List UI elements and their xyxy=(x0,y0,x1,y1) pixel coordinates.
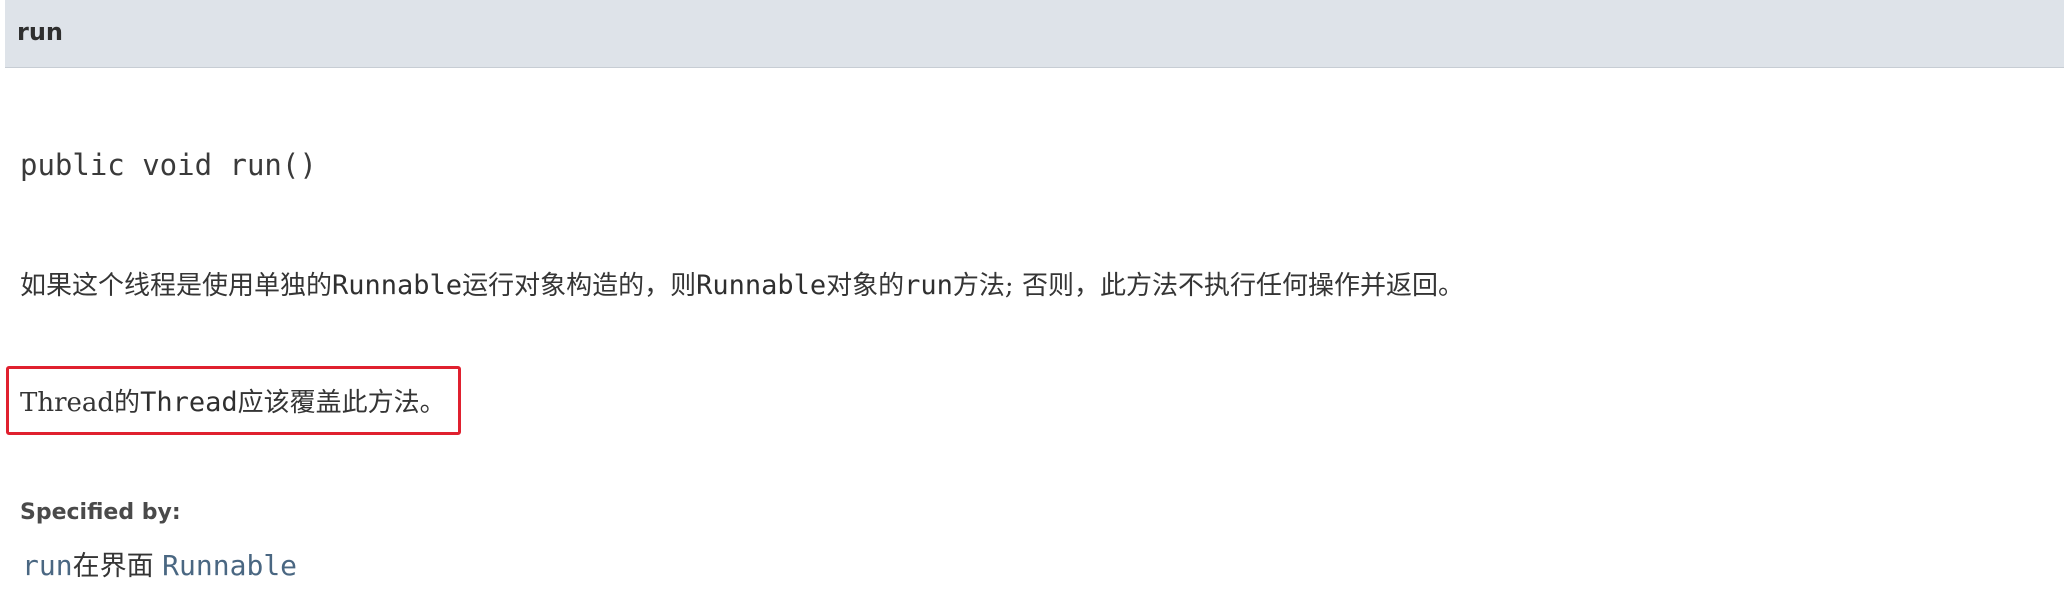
desc-text-3: 对象的 xyxy=(826,271,905,301)
method-description: 如果这个线程是使用单独的Runnable运行对象构造的，则Runnable对象的… xyxy=(20,265,1464,302)
specified-by-value: run在界面 Runnable xyxy=(22,544,297,583)
desc-text-1: 如果这个线程是使用单独的 xyxy=(20,271,333,301)
method-name: run xyxy=(17,18,64,46)
desc-code-runnable-1: Runnable xyxy=(332,270,463,301)
desc-code-run: run xyxy=(904,270,953,301)
note-text-2: 应该覆盖此方法。 xyxy=(237,388,446,418)
specified-by-label: Specified by: xyxy=(20,500,181,525)
subclass-note: Thread的Thread应该覆盖此方法。 xyxy=(20,382,446,419)
method-signature: public void run() xyxy=(20,148,317,182)
note-code-thread: Thread xyxy=(140,387,238,418)
run-method-link[interactable]: run xyxy=(22,549,73,582)
specified-by-middle-text: 在界面 xyxy=(72,551,163,582)
runnable-interface-link[interactable]: Runnable xyxy=(162,549,297,582)
desc-code-runnable-2: Runnable xyxy=(696,270,827,301)
method-header: run xyxy=(5,0,2064,68)
note-text-1: Thread的 xyxy=(20,388,141,418)
desc-text-4: 方法; 否则，此方法不执行任何操作并返回。 xyxy=(952,271,1464,301)
desc-text-2: 运行对象构造的，则 xyxy=(462,271,697,301)
method-detail-page: run public void run() 如果这个线程是使用单独的Runnab… xyxy=(0,0,2064,605)
